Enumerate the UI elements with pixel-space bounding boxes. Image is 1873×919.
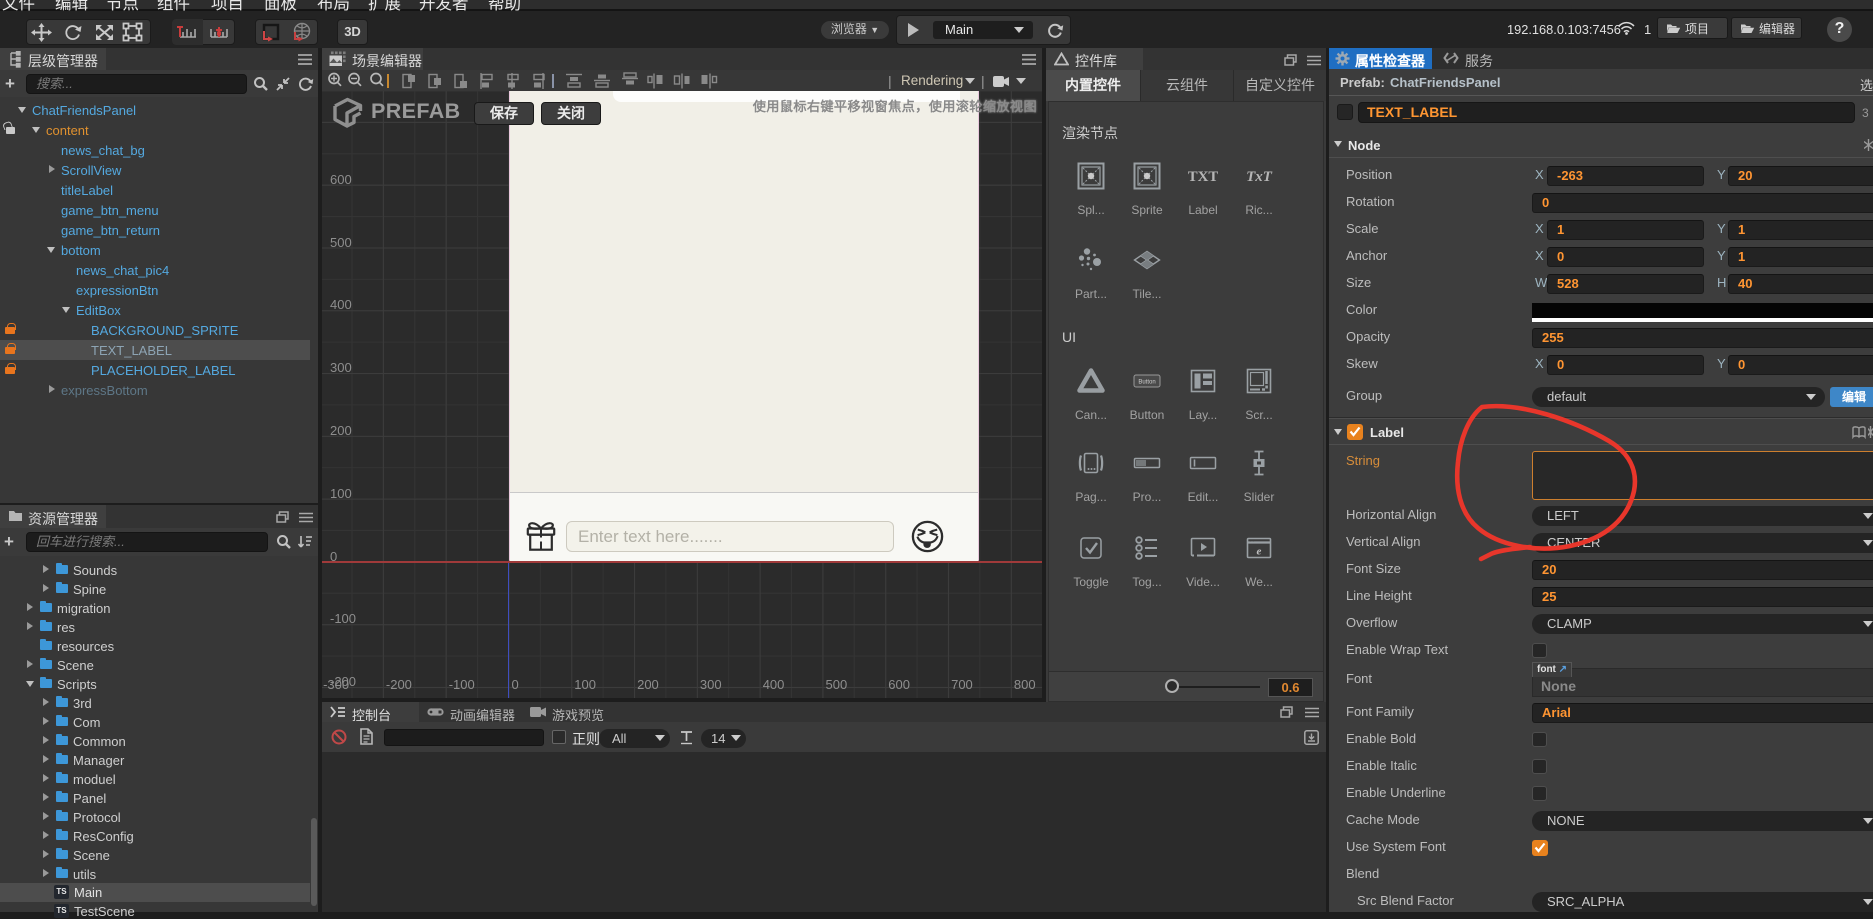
- svg-text:e: e: [1257, 546, 1262, 558]
- svg-text:TxT: TxT: [1246, 169, 1273, 185]
- svg-text:Button: Button: [1138, 380, 1155, 386]
- svg-text:TXT: TXT: [1188, 169, 1218, 185]
